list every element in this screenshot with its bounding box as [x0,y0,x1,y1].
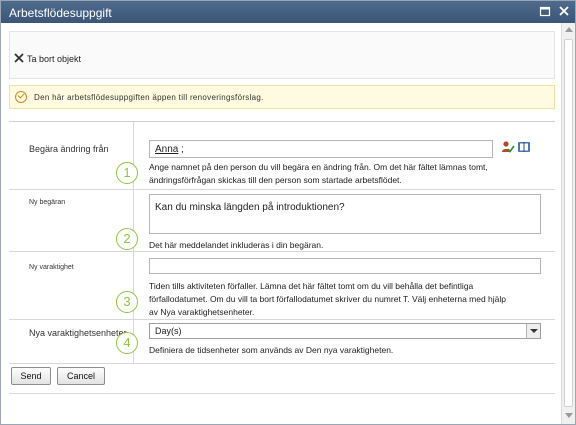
new-request-textarea[interactable]: Kan du minska längden på introduktionen? [149,194,541,234]
field-description: Definiera de tidsenheter som används av … [149,345,394,355]
new-request-value: Kan du minska längden på introduktionen? [155,202,345,213]
vertical-scrollbar[interactable] [561,23,575,424]
chevron-down-icon[interactable] [526,324,540,338]
people-picker-value: Anna ; [155,144,184,155]
window-title: Arbetsflödesuppgift [9,6,112,20]
person-check-icon[interactable] [501,140,515,154]
people-picker-actions [501,140,531,154]
info-bar: Den här arbetsflödesuppgiften äppen till… [9,85,555,109]
person-separator: ; [178,144,184,155]
scroll-up-icon[interactable] [565,27,573,32]
delete-item-button[interactable]: Ta bort objekt [14,52,81,66]
field-label: Ny begäran [29,199,66,206]
field-description: Det här meddelandet inkluderas i din beg… [149,240,324,250]
ribbon-toolbar: Ta bort objekt [9,31,555,79]
scroll-down-icon[interactable] [565,413,573,418]
duration-units-select[interactable]: Day(s) [149,323,541,339]
delete-item-label: Ta bort objekt [27,54,82,64]
maximize-icon[interactable] [538,5,552,19]
field-label: Ny varaktighet [29,264,74,271]
title-bar: Arbetsflödesuppgift [1,1,575,23]
send-button[interactable]: Send [11,367,51,385]
address-book-icon[interactable] [517,141,531,153]
close-icon[interactable] [557,5,571,19]
step-number-2: 2 [116,228,138,250]
field-label: Nya varaktighetsenheter [29,328,127,338]
info-message: Den här arbetsflödesuppgiften äppen till… [34,93,264,102]
people-picker-input[interactable]: Anna ; [149,140,493,158]
new-duration-input[interactable] [149,258,541,274]
form-bottom-divider [9,393,555,394]
field-description: Ange namnet på den person du vill begära… [149,162,488,172]
field-description: förfallodatumet. Om du vill ta bort förf… [149,294,507,304]
field-description: Tiden tills aktiviteten förfaller. Lämna… [149,281,474,291]
scrollbar-thumb[interactable] [564,39,573,407]
dialog-window: Arbetsflödesuppgift Ta bort objekt Den h… [0,0,576,425]
field-description: ändringsförfrågan skickas till den perso… [149,175,402,185]
x-icon [14,53,24,65]
checkmark-circle-icon [15,91,27,103]
field-label: Begära ändring från [29,144,109,154]
step-number-4: 4 [116,332,138,354]
field-description: av Nya varaktighetsenheter. [149,307,255,317]
step-number-1: 1 [116,162,138,184]
cancel-button[interactable]: Cancel [57,367,105,385]
step-number-3: 3 [116,291,138,313]
duration-units-value: Day(s) [155,326,182,336]
person-name[interactable]: Anna [155,144,178,155]
